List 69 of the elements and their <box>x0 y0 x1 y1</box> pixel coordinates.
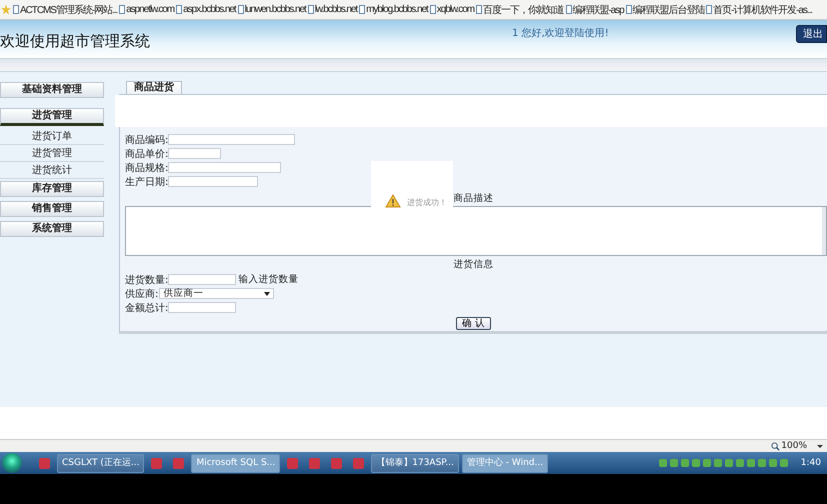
input-field[interactable] <box>168 162 282 173</box>
taskbar-button[interactable]: 【锦泰】173ASP... <box>371 454 459 472</box>
field-label: 金额总计: <box>125 302 168 314</box>
bookmark-link[interactable]: 编程联盟后台登陆 <box>626 2 704 16</box>
bookmark-link[interactable]: xqblw.com <box>430 4 474 15</box>
taskbar-icon[interactable] <box>331 458 342 468</box>
start-button[interactable] <box>2 453 22 473</box>
page-icon <box>13 5 19 14</box>
field-label: 进货数量: <box>125 274 168 286</box>
page-icon <box>706 5 712 14</box>
sidebar-group[interactable]: 系统管理 <box>0 221 104 237</box>
tab[interactable]: 商品进货 <box>126 81 182 94</box>
sidebar-item[interactable]: 进货订单 <box>0 130 104 145</box>
taskbar-icon[interactable] <box>353 458 364 468</box>
notice-text: 1 您好,欢迎登陆使用! <box>512 26 609 40</box>
bookmark-link[interactable]: ACTCMS管理系统-网站... <box>13 2 118 16</box>
page-icon <box>626 5 632 14</box>
warning-icon <box>385 194 401 208</box>
bookmark-link[interactable]: lunwen.bcbbs.net <box>238 4 306 15</box>
zoom-level[interactable]: 100% <box>771 441 807 451</box>
dropdown-arrow-icon[interactable] <box>817 444 823 448</box>
section-heading: 商品描述 <box>454 192 494 205</box>
bookmark-link[interactable]: myblog.bcbbs.net <box>359 4 428 15</box>
page-icon <box>308 5 314 14</box>
taskbar-icon[interactable] <box>287 458 298 468</box>
page-icon <box>359 5 366 14</box>
sidebar-group[interactable]: 基础资料管理 <box>0 82 104 98</box>
page-icon <box>238 5 244 14</box>
input-field[interactable] <box>168 148 222 159</box>
sidebar-item[interactable]: 进货统计 <box>0 164 104 179</box>
page-icon <box>476 5 482 14</box>
input-field[interactable] <box>168 134 296 145</box>
bookmark-link[interactable]: lw.bcbbs.net <box>308 4 358 15</box>
page-icon <box>119 5 126 14</box>
sidebar-item[interactable]: 进货管理 <box>0 147 104 162</box>
taskbar-icon[interactable] <box>151 458 162 468</box>
zoom-icon <box>771 442 780 450</box>
site-title: 欢迎使用超市管理系统 <box>0 32 150 50</box>
field-label: 商品编码: <box>125 134 168 146</box>
bookmark-link[interactable]: aspnetlw.com <box>119 4 174 15</box>
field-label: 商品单价: <box>125 148 168 160</box>
page-icon <box>430 5 436 14</box>
sidebar-group[interactable]: 进货管理 <box>0 108 104 126</box>
caret-icon <box>264 292 270 296</box>
bookmark-link[interactable]: 编程联盟-asp <box>566 2 624 16</box>
description-field[interactable] <box>125 206 827 256</box>
section-heading: 进货信息 <box>454 258 494 271</box>
taskbar-button[interactable]: CSGLXT (正在运... <box>57 454 144 472</box>
clock: 1:40 <box>800 458 821 468</box>
sidebar-group[interactable]: 销售管理 <box>0 201 104 217</box>
confirm-button[interactable]: 确 认 <box>456 317 492 330</box>
supplier-dropdown[interactable]: 供应商一 <box>159 288 274 299</box>
bookmark-link[interactable]: 百度一下，你就知道 <box>476 2 564 16</box>
bookmark-link[interactable]: aspx.bcbbs.net <box>176 4 236 15</box>
hint-text: 输入进货数量 <box>238 273 298 286</box>
field-label: 生产日期: <box>125 176 168 188</box>
page-icon <box>176 5 182 14</box>
scrollbar[interactable] <box>822 207 826 255</box>
taskbar-icon[interactable] <box>309 458 320 468</box>
input-field[interactable] <box>168 302 236 313</box>
sidebar-group[interactable]: 库存管理 <box>0 181 104 197</box>
page-icon <box>566 5 572 14</box>
input-field[interactable] <box>168 274 236 285</box>
logout-button[interactable]: 退出 <box>796 25 827 43</box>
input-field[interactable] <box>168 176 258 187</box>
field-label: 商品规格: <box>125 162 168 174</box>
bookmark-link[interactable]: 首页-计算机软件开发-as... <box>706 2 812 16</box>
taskbar-icon[interactable] <box>173 458 184 468</box>
field-label: 供应商: <box>125 288 158 300</box>
